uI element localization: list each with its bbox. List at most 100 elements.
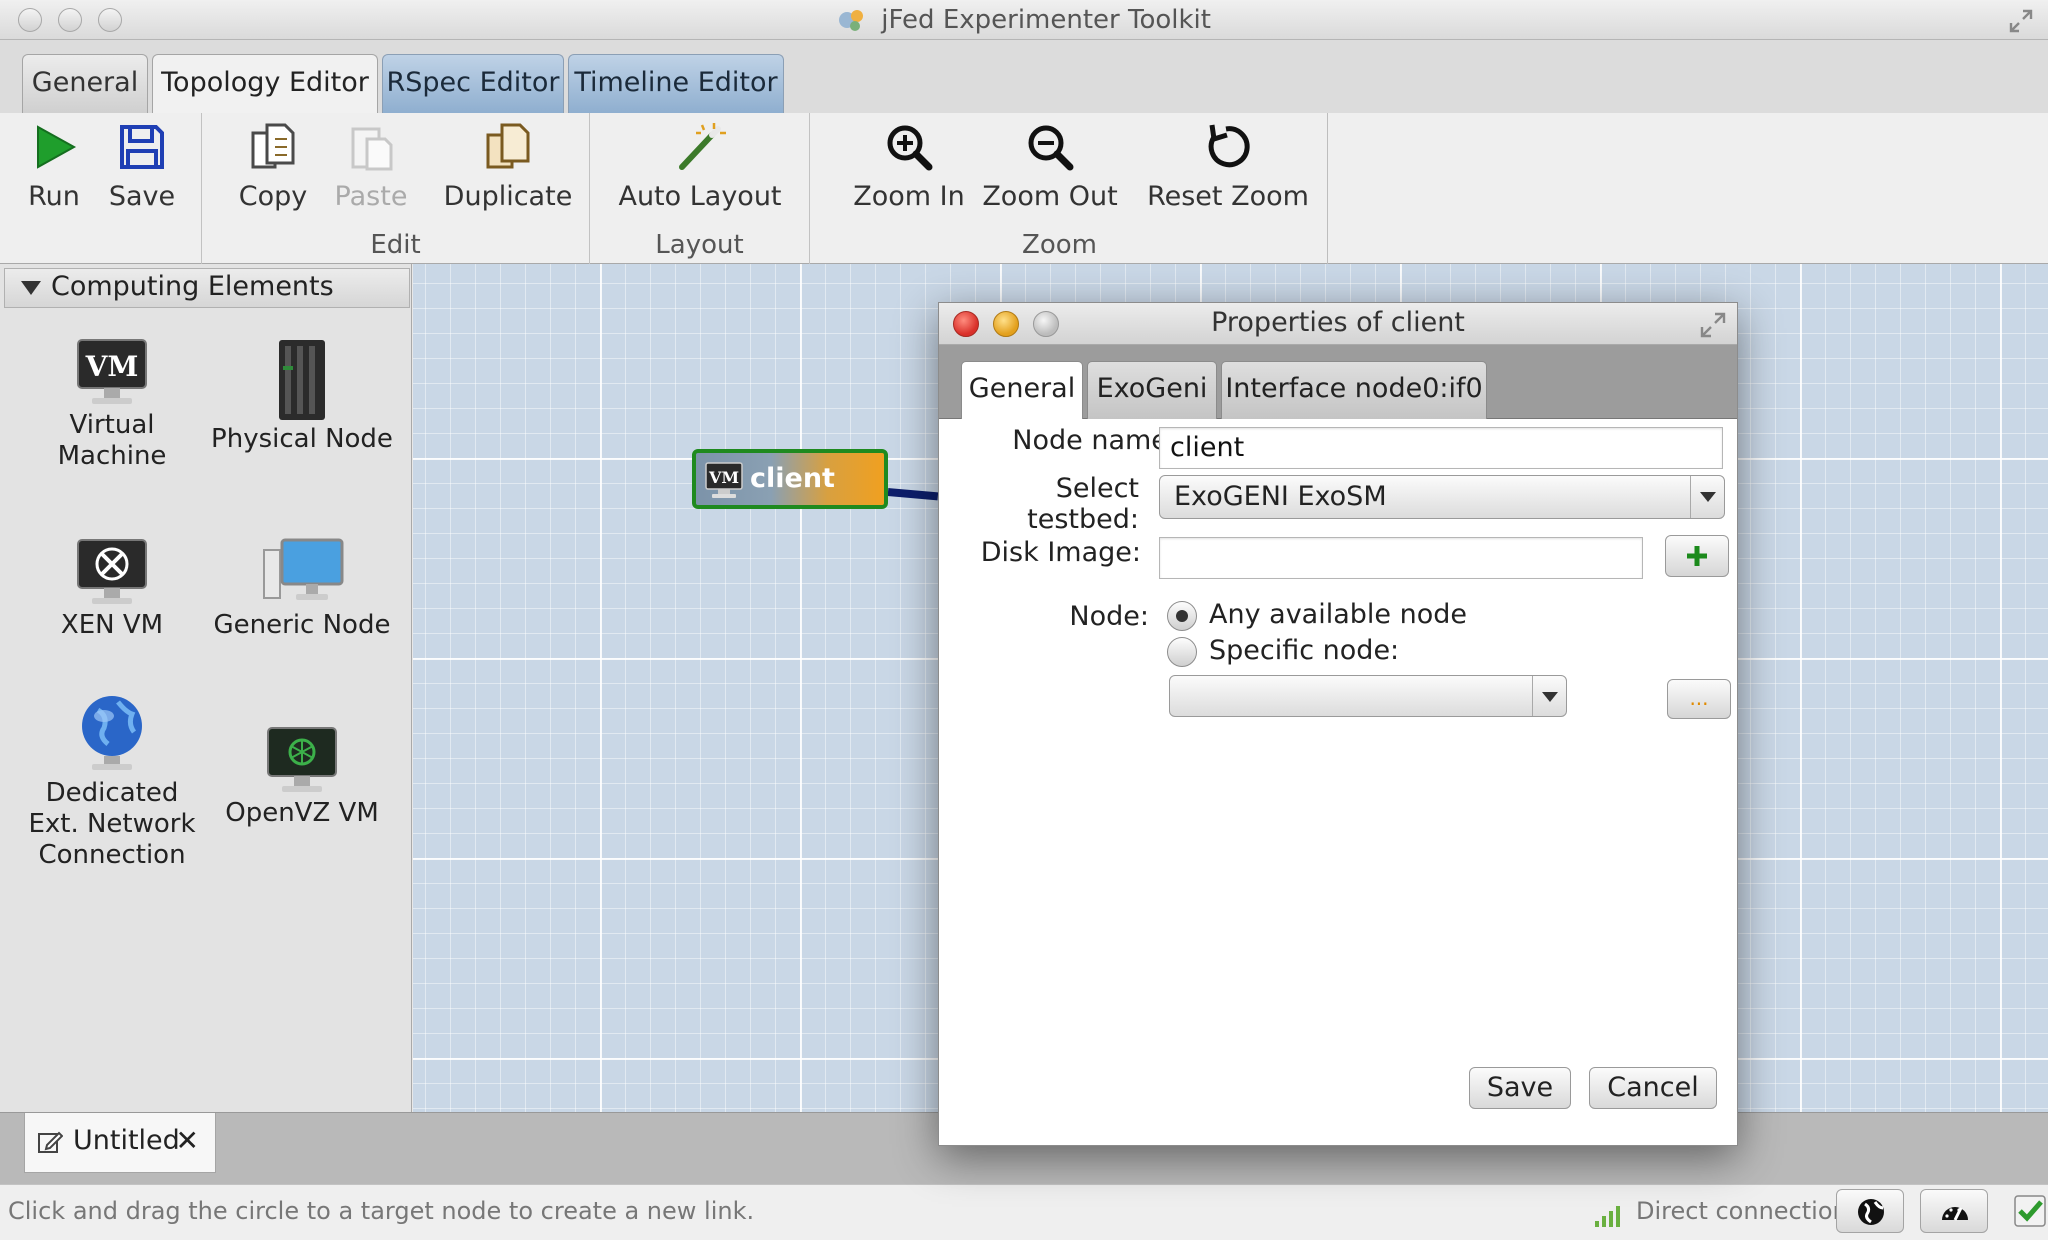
desktop-computer-icon bbox=[263, 538, 344, 600]
ribbon-group-layout: Auto Layout Layout bbox=[590, 113, 810, 264]
palette-header[interactable]: Computing Elements bbox=[4, 268, 410, 308]
node-label: Node: bbox=[1069, 601, 1149, 632]
node-label: client bbox=[750, 463, 835, 494]
radio-any-label: Any available node bbox=[1209, 599, 1467, 630]
reset-zoom-button[interactable]: Reset Zoom bbox=[1144, 119, 1312, 212]
document-tab-label: Untitled bbox=[73, 1125, 180, 1156]
radio-any-available-node[interactable] bbox=[1167, 601, 1197, 631]
duplicate-icon bbox=[486, 123, 530, 169]
collapse-triangle-icon bbox=[21, 281, 41, 295]
palette-item-generic-node[interactable]: Generic Node bbox=[204, 536, 400, 641]
status-hint: Click and drag the circle to a target no… bbox=[8, 1197, 755, 1225]
properties-dialog: Properties of client General ExoGeni Int… bbox=[938, 302, 1738, 1146]
status-bar: Click and drag the circle to a target no… bbox=[0, 1184, 2048, 1240]
close-tab-icon[interactable]: ✕ bbox=[176, 1113, 199, 1169]
fullscreen-icon[interactable] bbox=[2008, 8, 2034, 34]
palette-label: Machine bbox=[57, 441, 167, 471]
zoom-in-label: Zoom In bbox=[853, 181, 965, 212]
network-settings-button[interactable] bbox=[1836, 1189, 1904, 1233]
browse-node-button[interactable]: ... bbox=[1667, 679, 1731, 719]
select-testbed-label: Select testbed: bbox=[1027, 473, 1139, 535]
dialog-tab-general[interactable]: General bbox=[961, 361, 1083, 420]
testbed-select[interactable]: ExoGENI ExoSM bbox=[1159, 475, 1725, 519]
palette-item-xen-vm[interactable]: XEN VM bbox=[20, 536, 204, 641]
specific-node-select[interactable] bbox=[1169, 675, 1567, 717]
connection-status: Direct connection bbox=[1636, 1197, 1848, 1225]
save-label: Save bbox=[108, 181, 176, 212]
document-tab-untitled[interactable]: Untitled ✕ bbox=[24, 1113, 216, 1173]
palette-item-physical-node[interactable]: Physical Node bbox=[204, 336, 400, 455]
dialog-body: Node name: client Select testbed: ExoGEN… bbox=[939, 419, 1737, 1145]
run-button[interactable]: Run bbox=[22, 119, 86, 212]
window-title-container: jFed Experimenter Toolkit bbox=[0, 5, 2048, 35]
vm-monitor-icon: VM bbox=[77, 339, 147, 404]
speedometer-icon bbox=[1942, 1207, 1968, 1221]
topology-node-client[interactable]: VM client bbox=[692, 449, 888, 509]
duplicate-label: Duplicate bbox=[443, 181, 573, 212]
copy-label: Copy bbox=[238, 181, 308, 212]
ribbon-group-edit: Copy Paste Duplicate Edit bbox=[202, 113, 590, 264]
dialog-titlebar: Properties of client bbox=[939, 303, 1737, 345]
testbed-select-value: ExoGENI ExoSM bbox=[1174, 481, 1387, 512]
dialog-tab-strip: General ExoGeni Interface node0:if0 bbox=[939, 345, 1737, 420]
openvz-monitor-icon bbox=[267, 727, 337, 792]
speed-test-button[interactable] bbox=[1920, 1189, 1988, 1233]
xen-monitor-icon bbox=[77, 539, 147, 604]
dialog-tab-exogeni[interactable]: ExoGeni bbox=[1087, 361, 1217, 419]
tab-timeline-editor[interactable]: Timeline Editor bbox=[568, 54, 784, 114]
ribbon-group-zoom: Zoom In Zoom Out Reset Zoom Zoom bbox=[810, 113, 1328, 264]
duplicate-button[interactable]: Duplicate bbox=[438, 119, 578, 212]
checkmark-icon bbox=[2014, 1195, 2046, 1227]
save-dialog-button[interactable]: Save bbox=[1469, 1067, 1571, 1109]
fullscreen-icon[interactable] bbox=[1699, 311, 1727, 339]
layout-group-label: Layout bbox=[655, 230, 744, 260]
edit-document-icon bbox=[38, 1131, 63, 1153]
palette-item-openvz-vm[interactable]: OpenVZ VM bbox=[204, 724, 400, 829]
node-name-field[interactable]: client bbox=[1159, 427, 1723, 469]
window-titlebar: jFed Experimenter Toolkit bbox=[0, 0, 2048, 40]
palette-label: XEN VM bbox=[60, 610, 164, 640]
play-icon bbox=[37, 125, 77, 169]
paste-label: Paste bbox=[334, 181, 408, 212]
tab-rspec-editor[interactable]: RSpec Editor bbox=[382, 54, 564, 114]
palette-item-virtual-machine[interactable]: VM Virtual Machine bbox=[20, 336, 204, 472]
run-label: Run bbox=[28, 181, 80, 212]
svg-text:VM: VM bbox=[708, 468, 739, 487]
save-button[interactable]: Save bbox=[104, 119, 180, 212]
edit-group-label: Edit bbox=[370, 230, 421, 260]
vm-icon: VM bbox=[705, 462, 743, 498]
zoom-out-label: Zoom Out bbox=[982, 181, 1118, 212]
zoom-out-icon bbox=[1028, 125, 1074, 171]
auto-layout-button[interactable]: Auto Layout bbox=[608, 119, 792, 212]
reset-zoom-label: Reset Zoom bbox=[1147, 181, 1309, 212]
main-tab-strip: General Topology Editor RSpec Editor Tim… bbox=[0, 40, 2048, 115]
radio-specific-node[interactable] bbox=[1167, 637, 1197, 667]
palette-label: Physical Node bbox=[211, 424, 393, 454]
paste-button[interactable]: Paste bbox=[326, 119, 416, 212]
server-rack-icon bbox=[279, 340, 325, 420]
paste-icon bbox=[351, 127, 393, 171]
globe-icon bbox=[1858, 1199, 1884, 1225]
zoom-in-button[interactable]: Zoom In bbox=[846, 119, 972, 212]
magic-wand-icon bbox=[679, 123, 726, 170]
add-disk-image-button[interactable] bbox=[1665, 535, 1729, 577]
plus-icon bbox=[1687, 546, 1707, 566]
chevron-down-icon bbox=[1690, 476, 1724, 518]
palette-header-label: Computing Elements bbox=[51, 271, 334, 302]
floppy-disk-icon bbox=[120, 125, 164, 169]
chevron-down-icon bbox=[1532, 676, 1566, 716]
palette-label: Connection bbox=[38, 840, 186, 870]
tab-general[interactable]: General bbox=[22, 54, 148, 114]
tab-topology-editor[interactable]: Topology Editor bbox=[152, 54, 378, 115]
palette-item-dedicated-ext-network[interactable]: Dedicated Ext. Network Connection bbox=[14, 692, 210, 871]
palette-label: Ext. Network bbox=[28, 809, 196, 839]
reset-icon bbox=[1208, 124, 1250, 168]
zoom-out-button[interactable]: Zoom Out bbox=[982, 119, 1118, 212]
window-title: jFed Experimenter Toolkit bbox=[881, 5, 1211, 35]
signal-strength-icon bbox=[1595, 1206, 1620, 1227]
disk-image-field[interactable] bbox=[1159, 537, 1643, 579]
dialog-tab-interface[interactable]: Interface node0:if0 bbox=[1221, 361, 1487, 419]
cancel-button[interactable]: Cancel bbox=[1589, 1067, 1717, 1109]
jfed-logo-icon bbox=[839, 10, 864, 31]
copy-button[interactable]: Copy bbox=[232, 119, 314, 212]
